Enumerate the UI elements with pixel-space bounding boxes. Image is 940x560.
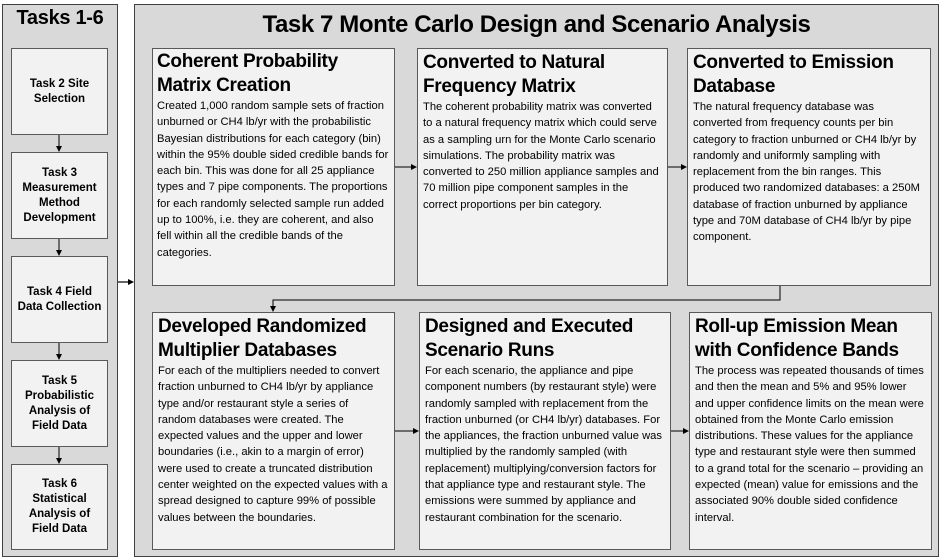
step-1-content: Coherent Probability Matrix Creation Cre… xyxy=(152,48,395,286)
step-randomized-multiplier-databases: Developed Randomized Multiplier Database… xyxy=(152,312,395,550)
tasks-1-6-title: Tasks 1-6 xyxy=(16,7,104,29)
step-3-title: Converted to Emission Database xyxy=(693,52,894,97)
step-4-body: For each of the multipliers needed to co… xyxy=(158,365,388,524)
step-6-title: Roll-up Emission Mean with Confidence Ba… xyxy=(695,316,899,361)
task-6-box: Task 6 Statistical Analysis of Field Dat… xyxy=(11,464,108,550)
task-3-box: Task 3 Measurement Method Development xyxy=(11,152,108,239)
task-2-box: Task 2 Site Selection xyxy=(11,48,108,135)
step-2-title: Converted to Natural Frequency Matrix xyxy=(423,52,605,97)
step-1-body: Created 1,000 random sample sets of frac… xyxy=(157,100,389,259)
step-scenario-runs: Designed and Executed Scenario Runs For … xyxy=(419,312,671,550)
step-2-body: The coherent probability matrix was conv… xyxy=(423,101,659,211)
step-5-title: Designed and Executed Scenario Runs xyxy=(425,316,634,361)
step-5-body: For each scenario, the appliance and pip… xyxy=(425,365,662,524)
step-6-body: The process was repeated thousands of ti… xyxy=(695,365,924,524)
task-4-box: Task 4 Field Data Collection xyxy=(11,256,108,343)
step-emission-database: Converted to Emission Database The natur… xyxy=(687,48,931,286)
step-1-title: Coherent Probability Matrix Creation xyxy=(157,51,338,96)
step-natural-frequency-matrix: Converted to Natural Frequency Matrix Th… xyxy=(417,48,668,286)
step-4-title: Developed Randomized Multiplier Database… xyxy=(158,316,367,361)
step-3-body: The natural frequency database was conve… xyxy=(693,101,921,244)
task-5-box: Task 5 Probabilistic Analysis of Field D… xyxy=(11,360,108,447)
step-rollup-emission-mean: Roll-up Emission Mean with Confidence Ba… xyxy=(689,312,932,550)
task-7-title: Task 7 Monte Carlo Design and Scenario A… xyxy=(262,11,811,38)
